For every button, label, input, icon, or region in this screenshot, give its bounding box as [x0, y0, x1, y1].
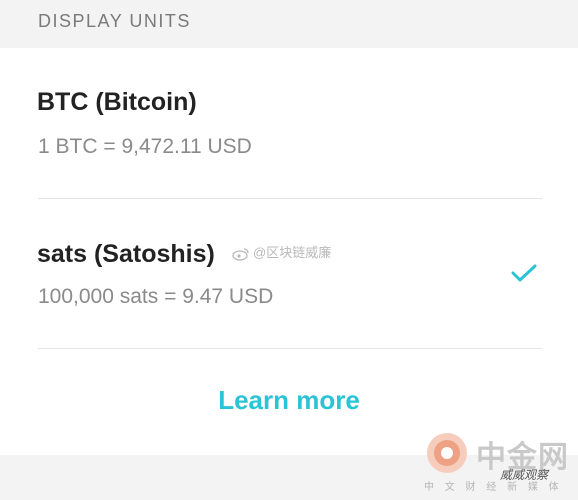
section-header-label: DISPLAY UNITS — [38, 11, 191, 31]
site-logo-icon — [427, 433, 467, 473]
weibo-watermark: @区块链威廉 — [232, 242, 331, 261]
learn-more-link[interactable]: Learn more — [0, 385, 578, 416]
handle-watermark: 威威观察 — [500, 468, 549, 482]
option-btc[interactable]: BTC (Bitcoin) 1 BTC = 9,472.11 USD — [0, 48, 578, 198]
option-sats[interactable]: sats (Satoshis) 100,000 sats = 9.47 USD — [0, 199, 578, 349]
checkmark-icon — [511, 264, 537, 282]
option-btc-title: BTC (Bitcoin) — [37, 88, 197, 116]
option-sats-rate: 100,000 sats = 9.47 USD — [38, 285, 274, 308]
section-header: DISPLAY UNITS — [0, 0, 578, 48]
divider — [38, 348, 542, 349]
weibo-icon — [232, 247, 249, 261]
option-sats-title: sats (Satoshis) — [37, 240, 215, 268]
weibo-watermark-text: @区块链威廉 — [253, 245, 332, 260]
option-btc-rate: 1 BTC = 9,472.11 USD — [38, 135, 252, 158]
